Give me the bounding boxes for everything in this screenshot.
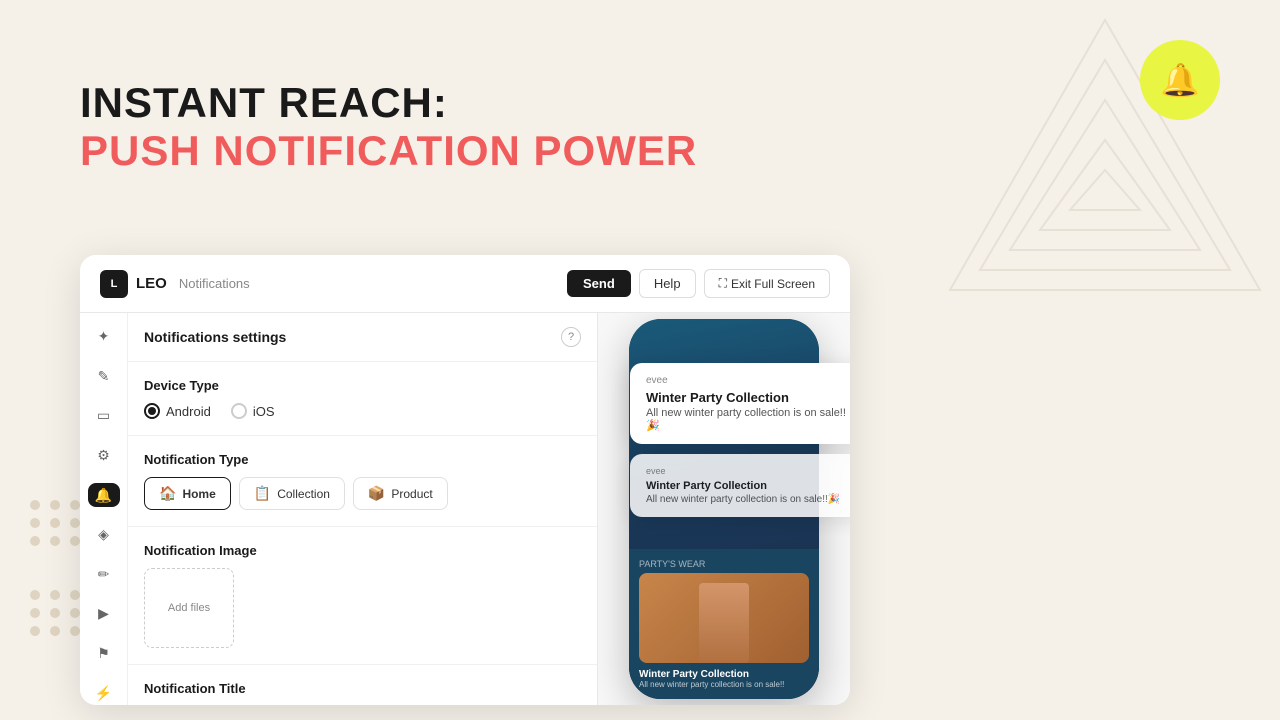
device-type-section: Device Type Android iOS xyxy=(128,362,597,436)
popup-app-name-2: evee xyxy=(646,466,850,476)
card-body: ✦ ✎ ▭ ⚙ 🔔 ◈ ✏ ▶ ⚑ ⚡ Notifications settin… xyxy=(80,313,850,705)
sidebar-icon-plus[interactable]: ✦ xyxy=(88,325,120,349)
fullscreen-button[interactable]: ⛶ Exit Full Screen xyxy=(704,269,830,298)
notification-popup-large: evee Winter Party Collection All new win… xyxy=(630,363,850,444)
bg-decoration xyxy=(930,0,1280,350)
sidebar-icon-bolt[interactable]: ⚡ xyxy=(88,681,120,705)
logo-box: L xyxy=(100,270,128,298)
popup-desc-1: All new winter party collection is on sa… xyxy=(646,407,850,432)
image-upload-box[interactable]: Add files xyxy=(144,568,234,648)
settings-title: Notifications settings xyxy=(144,329,286,345)
help-button[interactable]: Help xyxy=(639,269,696,298)
sidebar-icon-gear[interactable]: ⚙ xyxy=(88,444,120,468)
sidebar-icon-edit[interactable]: ✎ xyxy=(88,365,120,389)
notification-image-label: Notification Image xyxy=(144,543,581,558)
notification-image-section: Notification Image Add files xyxy=(128,527,597,665)
notification-title-section: Notification Title xyxy=(128,665,597,705)
hero-line2: PUSH NOTIFICATION POWER xyxy=(80,126,697,176)
notif-image xyxy=(639,573,809,663)
hero-section: INSTANT REACH: PUSH NOTIFICATION POWER xyxy=(80,80,697,177)
sidebar-icon-tag[interactable]: ◈ xyxy=(88,523,120,547)
arrow-decoration xyxy=(598,433,602,513)
sidebar-icon-play[interactable]: ▶ xyxy=(88,602,120,626)
notification-bell-icon[interactable]: 🔔 xyxy=(1140,40,1220,120)
sidebar-icon-file[interactable]: ▭ xyxy=(88,404,120,428)
popup-title-1: Winter Party Collection xyxy=(646,390,850,405)
hero-line1: INSTANT REACH: xyxy=(80,80,697,126)
send-button[interactable]: Send xyxy=(567,270,631,297)
sidebar-icons: ✦ ✎ ▭ ⚙ 🔔 ◈ ✏ ▶ ⚑ ⚡ xyxy=(80,313,128,705)
ios-radio[interactable]: iOS xyxy=(231,403,275,419)
card-header: L LEO Notifications Send Help ⛶ Exit Ful… xyxy=(80,255,850,313)
device-type-radio-group: Android iOS xyxy=(144,403,581,419)
android-radio[interactable]: Android xyxy=(144,403,211,419)
notif-card-title: Winter Party Collection xyxy=(639,669,809,680)
notif-tag: Party's wear xyxy=(639,559,809,569)
main-ui-card: L LEO Notifications Send Help ⛶ Exit Ful… xyxy=(80,255,850,705)
type-btn-product[interactable]: 📦 Product xyxy=(353,477,448,510)
sidebar-icon-bell[interactable]: 🔔 xyxy=(88,483,120,507)
add-files-label: Add files xyxy=(168,602,210,614)
notif-card-desc: All new winter party collection is on sa… xyxy=(639,680,809,689)
logo-name: LEO xyxy=(136,275,167,292)
notification-popups: evee Winter Party Collection All new win… xyxy=(630,363,850,517)
decorative-dots-2 xyxy=(30,590,82,636)
android-radio-circle xyxy=(144,403,160,419)
notif-image-figure xyxy=(699,583,749,663)
notification-type-label: Notification Type xyxy=(144,452,581,467)
popup-app-name-1: evee xyxy=(646,375,850,386)
notification-popup-small: evee Winter Party Collection All new win… xyxy=(630,454,850,517)
notification-title-label: Notification Title xyxy=(144,681,581,696)
popup-desc-2: All new winter party collection is on sa… xyxy=(646,494,850,505)
type-buttons-group: 🏠 Home 📋 Collection 📦 Product xyxy=(144,477,581,510)
sidebar-icon-brush[interactable]: ✏ xyxy=(88,563,120,587)
settings-help-icon[interactable]: ? xyxy=(561,327,581,347)
phone-notification-card: Party's wear Winter Party Collection All… xyxy=(629,549,819,699)
logo-subtitle: Notifications xyxy=(179,276,250,291)
settings-panel: Notifications settings ? Device Type And… xyxy=(128,313,598,705)
notification-type-section: Notification Type 🏠 Home 📋 Collection 📦 … xyxy=(128,436,597,527)
sidebar-icon-flag[interactable]: ⚑ xyxy=(88,642,120,666)
decorative-dots-1 xyxy=(30,500,82,546)
header-actions: Send Help ⛶ Exit Full Screen xyxy=(567,269,830,298)
ios-radio-circle xyxy=(231,403,247,419)
phone-preview-area: 🔒 15:26 Party's wear Winter Party Collec… xyxy=(598,313,850,705)
card-logo: L LEO Notifications xyxy=(100,270,250,298)
type-btn-home[interactable]: 🏠 Home xyxy=(144,477,231,510)
device-type-label: Device Type xyxy=(144,378,581,393)
popup-title-2: Winter Party Collection xyxy=(646,480,850,492)
settings-header: Notifications settings ? xyxy=(128,313,597,362)
type-btn-collection[interactable]: 📋 Collection xyxy=(239,477,345,510)
